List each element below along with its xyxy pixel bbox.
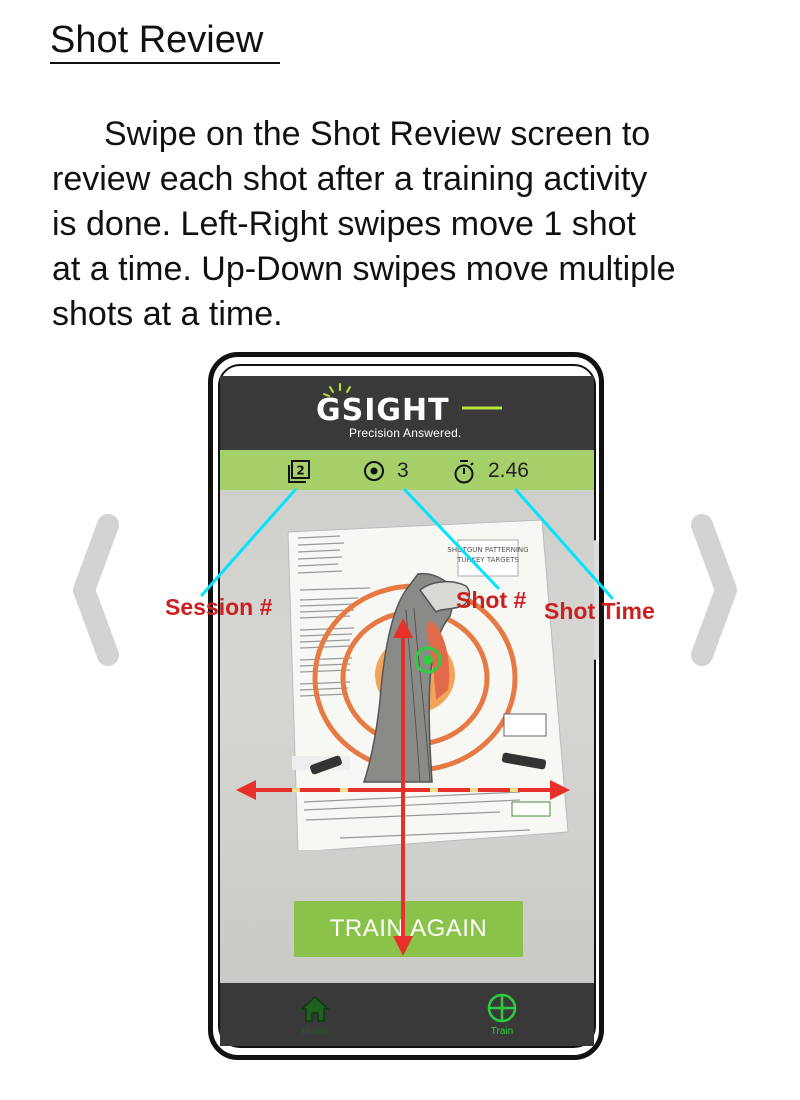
- annotation-overlay: [200, 488, 614, 956]
- shot-callout-label: Shot #: [456, 587, 527, 613]
- shot-time-callout-line: [514, 488, 614, 600]
- shot-callout-line: [403, 488, 500, 590]
- shot-time-callout-label: Shot Time: [544, 598, 655, 624]
- session-callout-label: Session #: [165, 594, 273, 620]
- session-callout-line: [200, 488, 297, 597]
